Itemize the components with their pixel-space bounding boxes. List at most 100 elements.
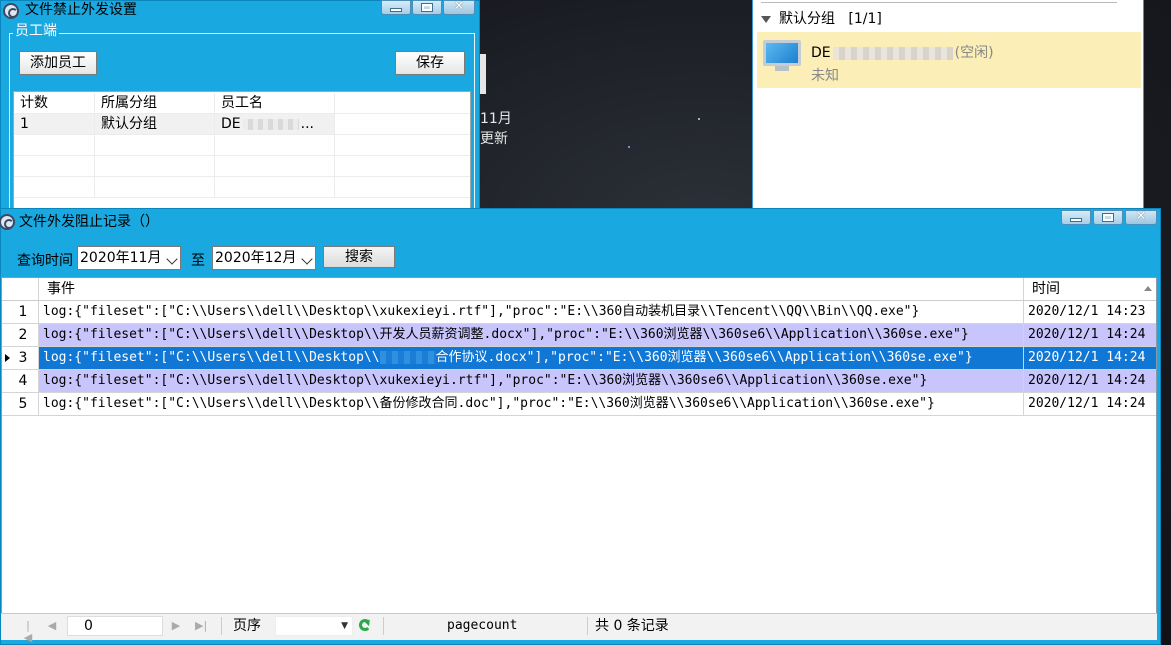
star-decoration bbox=[628, 146, 630, 148]
minimize-button[interactable] bbox=[381, 0, 411, 15]
table-row[interactable]: 5 log:{"fileset":["C:\\Users\\dell\\Desk… bbox=[2, 393, 1156, 416]
cell-time: 2020/12/1 14:24 bbox=[1024, 347, 1156, 370]
redacted-text bbox=[832, 46, 953, 60]
app-logo-icon bbox=[0, 214, 15, 230]
cell-time: 2020/12/1 14:24 bbox=[1024, 324, 1156, 347]
last-page-icon[interactable]: ▶| bbox=[195, 620, 207, 632]
column-header-group[interactable]: 所属分组 bbox=[95, 93, 215, 114]
column-header-employee-name[interactable]: 员工名 bbox=[215, 93, 335, 114]
page-number-input[interactable]: 0 bbox=[67, 616, 163, 636]
cell-count: 1 bbox=[14, 114, 95, 135]
pager-statusbar: |◀ ◀ 0 ▶ ▶| 页序 ▼ pagecount 共 0 条记录 bbox=[1, 613, 1157, 644]
employee-table: 计数 所属分组 员工名 1 默认分组 DE... bbox=[13, 91, 471, 209]
log-window-titlebar[interactable]: 文件外发阻止记录（） ✕ bbox=[0, 209, 1160, 235]
row-number-header bbox=[2, 278, 39, 300]
row-number-text: 3 bbox=[18, 350, 28, 366]
chevron-down-icon bbox=[301, 253, 313, 265]
table-row[interactable]: 4 log:{"fileset":["C:\\Users\\dell\\Desk… bbox=[2, 370, 1156, 393]
statusbar-separator bbox=[383, 617, 384, 635]
from-month-select[interactable]: 2020年11月 bbox=[77, 246, 181, 270]
computer-name: DE (空闲) bbox=[811, 42, 994, 62]
previous-page-icon[interactable]: ◀ bbox=[47, 620, 57, 632]
close-button[interactable]: ✕ bbox=[1125, 210, 1157, 225]
refresh-icon[interactable] bbox=[359, 619, 371, 631]
first-page-icon[interactable]: |◀ bbox=[23, 620, 33, 644]
column-header-event[interactable]: 事件 bbox=[39, 278, 1024, 300]
table-row[interactable]: 2 log:{"fileset":["C:\\Users\\dell\\Desk… bbox=[2, 324, 1156, 347]
tree-item-computer[interactable]: DE (空闲) 未知 bbox=[757, 32, 1141, 88]
pagecount-label: pagecount bbox=[447, 618, 518, 633]
save-button[interactable]: 保存 bbox=[395, 51, 465, 75]
cell-empty bbox=[215, 177, 335, 198]
to-label: 至 bbox=[191, 253, 205, 269]
event-text-head: log:{"fileset":["C:\\Users\\dell\\Deskto… bbox=[43, 350, 380, 365]
computer-name-prefix: DE bbox=[811, 45, 831, 61]
group-tree-panel: 默认分组 [1/1] DE (空闲) 未知 bbox=[752, 0, 1144, 212]
next-page-icon[interactable]: ▶ bbox=[171, 620, 181, 632]
cell-event: log:{"fileset":["C:\\Users\\dell\\Deskto… bbox=[39, 347, 1024, 370]
redacted-text bbox=[379, 351, 436, 364]
employee-name-prefix: DE bbox=[221, 116, 241, 132]
to-month-value: 2020年12月 bbox=[215, 250, 297, 266]
row-pointer-icon bbox=[5, 354, 10, 362]
cell-empty bbox=[335, 114, 470, 135]
maximize-icon bbox=[422, 4, 432, 11]
column-header-time-label: 时间 bbox=[1032, 281, 1060, 297]
query-time-label: 查询时间 bbox=[17, 253, 73, 269]
minimize-button[interactable] bbox=[1061, 210, 1091, 225]
table-row bbox=[14, 135, 470, 156]
dropdown-arrow-icon: ▼ bbox=[341, 621, 348, 631]
maximize-button[interactable] bbox=[412, 0, 442, 15]
table-row[interactable]: 1 log:{"fileset":["C:\\Users\\dell\\Desk… bbox=[2, 301, 1156, 324]
cell-group: 默认分组 bbox=[95, 114, 215, 135]
collapse-triangle-icon[interactable] bbox=[761, 15, 771, 23]
row-number: 1 bbox=[2, 301, 39, 324]
tree-group-name: 默认分组 bbox=[779, 11, 835, 27]
cell-empty bbox=[14, 156, 95, 177]
page-order-select[interactable]: ▼ bbox=[275, 616, 353, 636]
statusbar-separator bbox=[587, 617, 588, 635]
log-window-title: 文件外发阻止记录（） bbox=[19, 214, 159, 230]
tree-group-header[interactable]: 默认分组 [1/1] bbox=[761, 8, 882, 30]
cell-event: log:{"fileset":["C:\\Users\\dell\\Deskto… bbox=[39, 324, 1024, 347]
block-log-window: 文件外发阻止记录（） ✕ 查询时间 2020年11月 至 2020年12月 搜索… bbox=[0, 208, 1161, 645]
cell-employee-name: DE... bbox=[215, 114, 335, 135]
add-employee-button[interactable]: 添加员工 bbox=[19, 51, 97, 75]
cell-time: 2020/12/1 14:24 bbox=[1024, 370, 1156, 393]
cell-empty bbox=[14, 135, 95, 156]
desktop-clock-month: 11月 bbox=[480, 111, 512, 127]
cell-empty bbox=[95, 156, 215, 177]
cell-empty bbox=[215, 135, 335, 156]
settings-window: 文件禁止外发设置 ✕ 员工端 添加员工 保存 计数 所属分组 员工名 1 默认分… bbox=[0, 0, 480, 212]
settings-window-titlebar[interactable]: 文件禁止外发设置 ✕ bbox=[1, 0, 479, 21]
column-header-empty bbox=[335, 93, 470, 114]
search-button[interactable]: 搜索 bbox=[323, 246, 395, 268]
computer-subtitle: 未知 bbox=[811, 68, 839, 84]
computer-monitor-icon bbox=[763, 40, 801, 71]
settings-window-title: 文件禁止外发设置 bbox=[25, 2, 137, 18]
cell-empty bbox=[215, 156, 335, 177]
total-records-text: 共 0 条记录 bbox=[595, 618, 669, 634]
cell-empty bbox=[335, 156, 470, 177]
row-number: 2 bbox=[2, 324, 39, 347]
table-row[interactable]: 1 默认分组 DE... bbox=[14, 114, 470, 135]
column-header-time[interactable]: 时间 bbox=[1024, 278, 1156, 300]
maximize-icon bbox=[1103, 214, 1113, 221]
tree-group-count: [1/1] bbox=[848, 11, 882, 27]
close-button[interactable]: ✕ bbox=[443, 0, 475, 15]
cell-empty bbox=[335, 135, 470, 156]
row-number: 5 bbox=[2, 393, 39, 416]
cell-empty bbox=[14, 177, 95, 198]
desktop-scroll-fragment bbox=[480, 54, 486, 94]
employee-group-label: 员工端 bbox=[13, 23, 59, 39]
statusbar-separator bbox=[221, 617, 222, 635]
cell-event: log:{"fileset":["C:\\Users\\dell\\Deskto… bbox=[39, 393, 1024, 416]
column-header-count[interactable]: 计数 bbox=[14, 93, 95, 114]
desktop-clock-sub: 更新 bbox=[480, 131, 508, 147]
panel-divider bbox=[761, 2, 1117, 3]
computer-state: (空闲) bbox=[954, 45, 994, 61]
maximize-button[interactable] bbox=[1093, 210, 1123, 225]
chevron-down-icon bbox=[166, 253, 178, 265]
table-row-selected[interactable]: 3 log:{"fileset":["C:\\Users\\dell\\Desk… bbox=[2, 347, 1156, 370]
to-month-select[interactable]: 2020年12月 bbox=[212, 246, 316, 270]
